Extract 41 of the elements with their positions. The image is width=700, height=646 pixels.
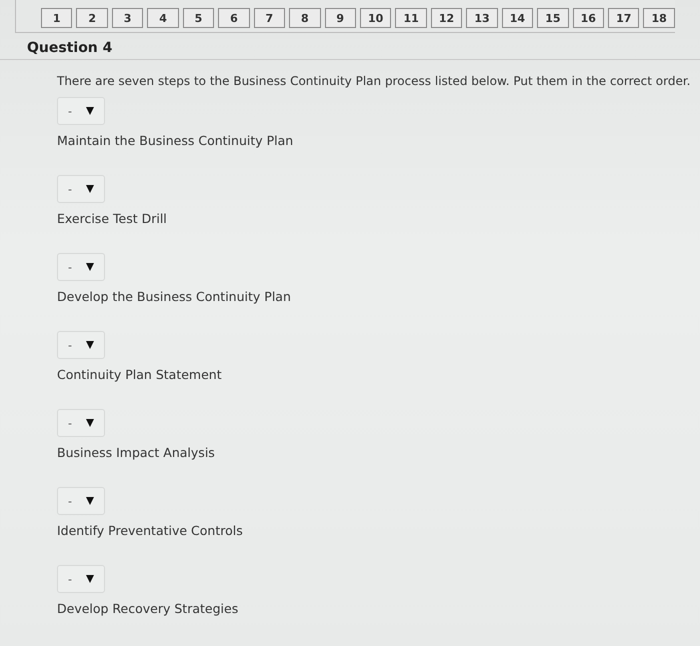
question-title: Question 4 (27, 40, 112, 56)
caret-icon (86, 341, 94, 349)
caret-icon (86, 263, 94, 271)
order-dropdown[interactable]: - (57, 175, 105, 203)
question-number-button[interactable]: 1 (41, 8, 72, 28)
question-number-button[interactable]: 7 (254, 8, 286, 28)
question-number-button[interactable]: 13 (466, 8, 498, 28)
order-dropdown[interactable]: - (57, 253, 105, 281)
question-number-button[interactable]: 17 (608, 8, 640, 28)
question-number-button[interactable]: 16 (572, 8, 604, 28)
question-number-button[interactable]: 3 (112, 8, 144, 28)
question-number-button[interactable]: 15 (537, 8, 569, 28)
order-dropdown[interactable]: - (57, 331, 105, 359)
step-label: Develop Recovery Strategies (57, 601, 238, 616)
question-number-button[interactable]: 14 (502, 8, 534, 28)
step-label: Exercise Test Drill (57, 211, 167, 226)
question-number-button[interactable]: 4 (147, 8, 179, 28)
question-number-button[interactable]: 10 (360, 8, 392, 28)
step-label: Identify Preventative Controls (57, 523, 243, 538)
question-number-button[interactable]: 12 (430, 8, 462, 28)
step-label: Business Impact Analysis (57, 445, 215, 460)
order-dropdown[interactable]: - (57, 565, 105, 593)
question-number-button[interactable]: 2 (76, 8, 108, 28)
order-dropdown[interactable]: - (57, 409, 105, 437)
caret-icon (86, 419, 94, 427)
question-number-button[interactable]: 9 (324, 8, 356, 28)
caret-icon (86, 107, 94, 115)
step-label: Maintain the Business Continuity Plan (57, 133, 294, 148)
question-number-button[interactable]: 8 (289, 8, 320, 28)
caret-icon (86, 497, 94, 505)
step-label: Develop the Business Continuity Plan (57, 289, 291, 304)
order-dropdown[interactable]: - (57, 487, 105, 515)
question-number-button[interactable]: 6 (218, 8, 250, 28)
question-number-button[interactable]: 18 (643, 8, 675, 28)
caret-icon (86, 575, 94, 583)
order-dropdown[interactable]: - (57, 97, 105, 125)
question-number-button[interactable]: 5 (182, 8, 214, 28)
step-label: Continuity Plan Statement (57, 367, 222, 382)
question-number-button[interactable]: 11 (395, 8, 427, 28)
question-prompt: There are seven steps to the Business Continuity Plan process listed below. Put them in the correct order. (57, 74, 692, 88)
caret-icon (86, 185, 94, 193)
